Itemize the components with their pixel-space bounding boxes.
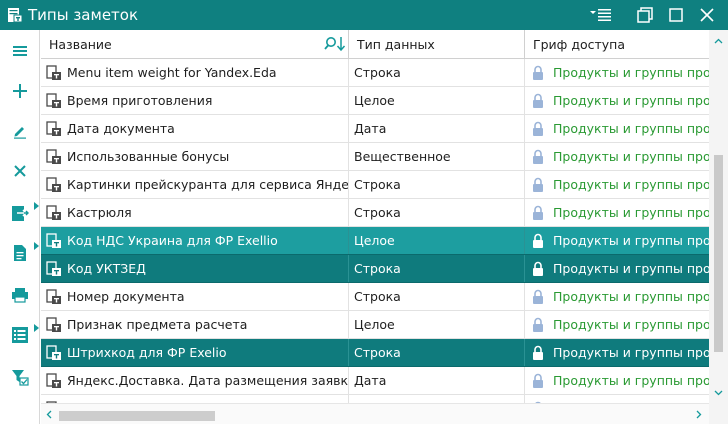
cell-data-type: Строка (349, 255, 525, 282)
restore-icon[interactable] (634, 5, 656, 25)
cell-name: Код НДС Украина для ФР Exellio (41, 227, 349, 254)
column-header-name[interactable]: Название (41, 30, 349, 59)
search-sort-icon[interactable] (324, 36, 348, 52)
window-title: Типы заметок (28, 6, 139, 24)
table-row[interactable]: Код НДС Украина для ФР Exellio Целое Проду… (41, 227, 709, 255)
column-header-access[interactable]: Гриф доступа (525, 30, 709, 59)
cell-data-type: Строка (349, 171, 525, 198)
table-row[interactable]: Дата документаДата Продукты и группы прод… (41, 115, 709, 143)
cell-name: Кастрюля (41, 199, 349, 226)
column-header-name-label: Название (49, 37, 112, 52)
menu-button[interactable] (0, 34, 40, 68)
cell-name: Признак предмета расчета (41, 311, 349, 338)
cell-data-type: Целое (349, 227, 525, 254)
filter-button[interactable] (0, 360, 40, 394)
cell-data-type: Дата (349, 367, 525, 394)
cell-access-level: Продукты и группы продуктов (553, 149, 709, 164)
cell-access-level: Продукты и группы продуктов (553, 289, 709, 304)
export-more-icon (34, 202, 39, 210)
table-row[interactable]: Время приготовления Целое Продукты и групп… (41, 87, 709, 115)
table-row[interactable]: КастрюляСтрока Продукты и группы продукто… (41, 199, 709, 227)
vertical-scrollbar[interactable] (709, 30, 728, 424)
cell-name: Menu item weight for Yandex.Eda (41, 59, 349, 86)
print-icon (12, 288, 28, 303)
delete-button[interactable] (0, 154, 40, 188)
export-button[interactable] (0, 196, 40, 230)
scroll-up-icon[interactable] (709, 32, 728, 50)
table-row[interactable]: Использованные бонусы Вещественное Продукт… (41, 143, 709, 171)
document-more-icon (34, 242, 39, 250)
cell-access-level: Продукты и группы продуктов (553, 177, 709, 192)
cell-name: Картинки прейскуранта для сервиса Яндекс… (41, 171, 349, 198)
grid-rows: Menu item weight for Yandex.Eda Строка Про… (41, 59, 709, 424)
cell-access-level: Продукты и группы продуктов (553, 233, 709, 248)
table-row[interactable]: Яндекс.Доставка. Дата размещения заявки Д… (41, 367, 709, 395)
cell-name: Использованные бонусы (41, 143, 349, 170)
table-row[interactable]: Код УКТЗЕДСтрока Продукты и группы продук… (41, 255, 709, 283)
cell-data-type: Целое (349, 87, 525, 114)
cell-access-level: Продукты и группы продуктов (553, 373, 709, 388)
table-row[interactable]: Признак предмета расчета Целое Продукты и … (41, 311, 709, 339)
cell-data-type: Целое (349, 311, 525, 338)
document-button[interactable] (0, 236, 40, 270)
cell-name: Время приготовления (41, 87, 349, 114)
column-header-type-label: Тип данных (357, 37, 435, 52)
menu-icon (13, 46, 27, 56)
list-more-icon (34, 324, 39, 332)
edit-button[interactable] (0, 114, 40, 148)
horizontal-scrollbar[interactable] (41, 403, 709, 424)
cell-data-type: Строка (349, 339, 525, 366)
edit-icon (14, 127, 26, 139)
title-bar: Типы заметок (0, 0, 728, 30)
scroll-right-icon[interactable] (691, 406, 707, 422)
filter-icon (12, 370, 29, 386)
cell-access-level: Продукты и группы продуктов (553, 345, 709, 360)
add-button[interactable] (0, 74, 40, 108)
cell-name: Штрихкод для ФР Exelio (41, 339, 349, 366)
grid-header: Название Тип данных Гриф доступа (41, 30, 709, 59)
cell-name: Яндекс.Доставка. Дата размещения заявки (41, 367, 349, 394)
notes-app-icon (8, 8, 23, 23)
list-button[interactable] (0, 318, 40, 352)
cell-data-type: Строка (349, 59, 525, 86)
column-header-access-label: Гриф доступа (533, 37, 626, 52)
print-button[interactable] (0, 278, 40, 312)
cell-access-level: Продукты и группы продуктов (553, 65, 709, 80)
vertical-scroll-thumb[interactable] (714, 155, 723, 352)
scroll-left-icon[interactable] (41, 406, 57, 422)
cell-access-level: Продукты и группы продуктов (553, 93, 709, 108)
cell-access-level: Продукты и группы продуктов (553, 205, 709, 220)
menu-lines-icon[interactable] (586, 5, 616, 25)
cell-data-type: Дата (349, 115, 525, 142)
export-icon (12, 206, 29, 221)
cell-data-type: Вещественное (349, 143, 525, 170)
delete-icon (14, 165, 26, 177)
close-icon[interactable] (696, 5, 718, 25)
table-row[interactable]: Картинки прейскуранта для сервиса Яндекс… (41, 171, 709, 199)
cell-name: Дата документа (41, 115, 349, 142)
cell-name: Код УКТЗЕД (41, 255, 349, 282)
horizontal-scroll-thumb[interactable] (59, 411, 215, 421)
table-row[interactable]: Штрихкод для ФР Exelio Строка Продукты и г… (41, 339, 709, 367)
add-icon (13, 84, 27, 98)
cell-data-type: Строка (349, 283, 525, 310)
cell-access-level: Продукты и группы продуктов (553, 261, 709, 276)
cell-access-level: Продукты и группы продуктов (553, 317, 709, 332)
cell-data-type: Строка (349, 199, 525, 226)
cell-name: Номер документа (41, 283, 349, 310)
list-icon (12, 327, 28, 343)
table-row[interactable]: Menu item weight for Yandex.Eda Строка Про… (41, 59, 709, 87)
cell-access-level: Продукты и группы продуктов (553, 121, 709, 136)
table-row[interactable]: Номер документа Строка Продукты и группы п… (41, 283, 709, 311)
maximize-icon[interactable] (665, 5, 687, 25)
document-icon (14, 245, 26, 261)
column-header-type[interactable]: Тип данных (349, 30, 525, 59)
left-toolbar (0, 30, 40, 424)
note-types-grid: Название Тип данных Гриф доступа Menu it… (41, 30, 728, 424)
scroll-down-icon[interactable] (709, 384, 728, 402)
